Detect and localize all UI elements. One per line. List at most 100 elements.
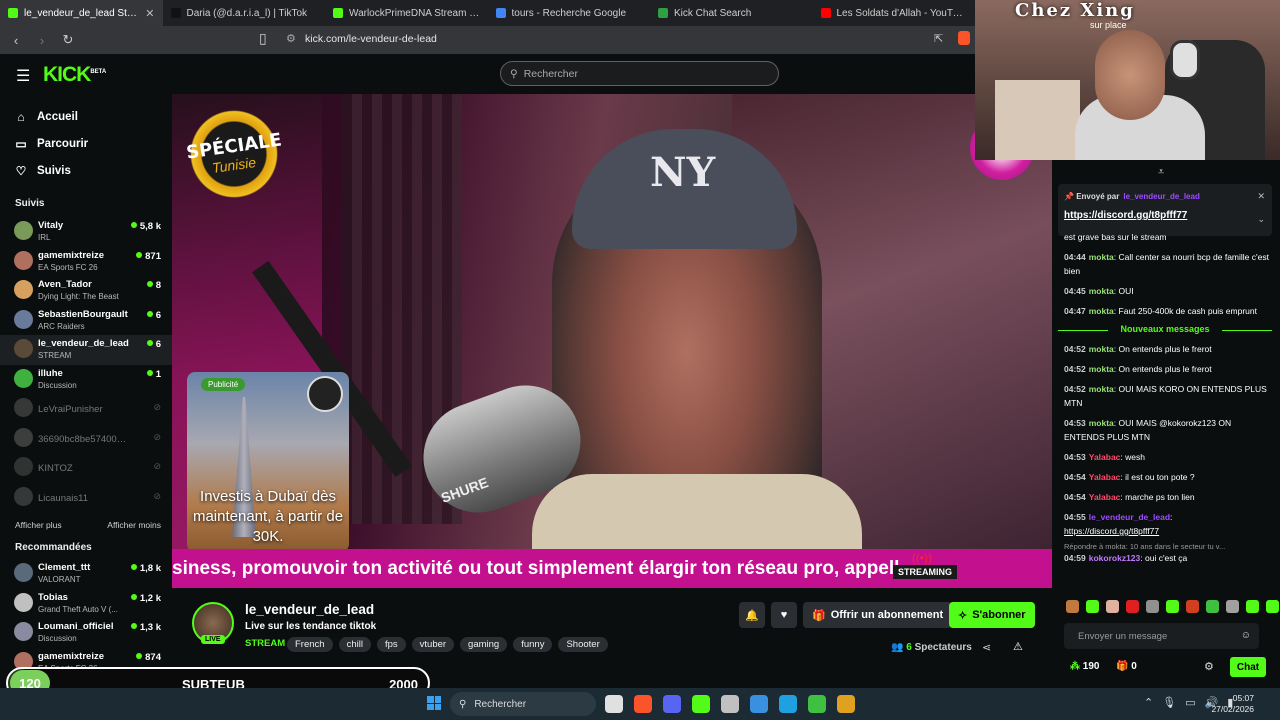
stream-tag[interactable]: French bbox=[287, 637, 333, 652]
stream-tag[interactable]: chill bbox=[338, 637, 371, 652]
kick-logo[interactable]: KICKBETA bbox=[43, 63, 106, 87]
show-less-link[interactable]: Afficher moins bbox=[107, 520, 161, 530]
chat-username[interactable]: mokta bbox=[1089, 418, 1114, 428]
browser-tab[interactable]: WarlockPrimeDNA Stream - Watch l bbox=[325, 0, 488, 26]
emote-icon[interactable] bbox=[1266, 600, 1279, 613]
emote-icon[interactable] bbox=[1186, 600, 1199, 613]
taskbar-app-icon[interactable] bbox=[663, 695, 681, 713]
chat-username[interactable]: le_vendeur_de_lead bbox=[1089, 512, 1170, 522]
url-field[interactable]: kick.com/le-vendeur-de-lead bbox=[305, 33, 437, 45]
chat-username[interactable]: mokta bbox=[1089, 364, 1114, 374]
chat-username[interactable]: Yalabac bbox=[1089, 452, 1121, 462]
chevron-up-icon[interactable]: ⌃ bbox=[1144, 696, 1153, 709]
browser-tab[interactable]: le_vendeur_de_lead Stream - W ✕ bbox=[0, 0, 163, 26]
emote-icon[interactable] bbox=[1246, 600, 1259, 613]
send-chat-button[interactable]: Chat bbox=[1230, 657, 1266, 677]
report-icon[interactable]: ⚠ bbox=[1013, 640, 1023, 653]
pinned-user[interactable]: le_vendeur_de_lead bbox=[1123, 192, 1199, 201]
emote-icon[interactable] bbox=[1146, 600, 1159, 613]
sidebar-channel[interactable]: Aven_Tador Dying Light: The Beast 8 bbox=[0, 276, 172, 306]
browser-tab[interactable]: Les Soldats d'Allah - YouTube bbox=[813, 0, 976, 26]
sidebar-channel[interactable]: Loumani_officiel Discussion 1,3 k bbox=[0, 618, 172, 648]
sidebar-channel[interactable]: KINTOZ ⊘ bbox=[0, 453, 172, 483]
sidebar-nav-parcourir[interactable]: ▭ Parcourir bbox=[15, 130, 172, 157]
sidebar-channel[interactable]: 36690bc8be574004a... ⊘ bbox=[0, 424, 172, 454]
sidebar-channel[interactable]: Tobias Grand Theft Auto V (... 1,2 k bbox=[0, 589, 172, 619]
channel-points[interactable]: ⁂ 190 bbox=[1070, 661, 1099, 672]
forward-icon[interactable]: › bbox=[34, 33, 50, 48]
stream-tag[interactable]: vtuber bbox=[411, 637, 455, 652]
taskbar-app-icon[interactable] bbox=[634, 695, 652, 713]
reload-icon[interactable]: ↻ bbox=[60, 32, 76, 48]
subscribe-button[interactable]: ✧ S'abonner bbox=[949, 602, 1035, 628]
emote-icon[interactable] bbox=[1066, 600, 1079, 613]
stream-tag[interactable]: gaming bbox=[460, 637, 508, 652]
stream-category[interactable]: STREAM bbox=[245, 638, 285, 649]
notification-button[interactable]: 🔔 bbox=[739, 602, 765, 628]
emote-icon[interactable] bbox=[1206, 600, 1219, 613]
chat-link[interactable]: https://discord.gg/t8pfff77 bbox=[1064, 526, 1159, 536]
pinned-link[interactable]: https://discord.gg/t8pfff77 bbox=[1064, 210, 1187, 221]
chat-username[interactable]: mokta bbox=[1089, 306, 1114, 316]
search-input[interactable]: ⚲ Rechercher bbox=[500, 61, 779, 86]
collapse-chat-icon[interactable]: ⩡ bbox=[1158, 166, 1164, 179]
taskbar-app-icon[interactable] bbox=[808, 695, 826, 713]
drops-counter[interactable]: 🎁 0 bbox=[1116, 661, 1137, 672]
network-icon[interactable]: ▭ bbox=[1185, 696, 1195, 709]
sidebar-channel[interactable]: le_vendeur_de_lead STREAM 6 bbox=[0, 335, 172, 365]
back-icon[interactable]: ‹ bbox=[8, 33, 24, 48]
bookmark-icon[interactable]: ▯ bbox=[259, 30, 267, 47]
chat-username[interactable]: Yalabac bbox=[1089, 472, 1121, 482]
emoji-icon[interactable]: ☺ bbox=[1241, 630, 1251, 641]
ad-overlay[interactable]: Publicité Investis à Dubaï dès maintenan… bbox=[187, 372, 349, 552]
share-icon[interactable]: ⇱ bbox=[934, 32, 943, 45]
chat-settings-icon[interactable]: ⚙ bbox=[1204, 660, 1214, 673]
taskbar-app-icon[interactable] bbox=[692, 695, 710, 713]
stream-tag[interactable]: Shooter bbox=[558, 637, 608, 652]
emote-icon[interactable] bbox=[1086, 600, 1099, 613]
site-info-icon[interactable]: ⚙ bbox=[286, 32, 296, 45]
chat-username[interactable]: Yalabac bbox=[1089, 492, 1121, 502]
emote-icon[interactable] bbox=[1166, 600, 1179, 613]
sidebar-channel[interactable]: LeVraiPunisher ⊘ bbox=[0, 394, 172, 424]
unpin-icon[interactable]: ✕ bbox=[1257, 191, 1265, 202]
taskbar-app-icon[interactable] bbox=[837, 695, 855, 713]
sidebar-nav-suivis[interactable]: ♡ Suivis bbox=[15, 157, 172, 184]
sidebar-channel[interactable]: Vitaly IRL 5,8 k bbox=[0, 217, 172, 247]
browser-tab[interactable]: tours - Recherche Google bbox=[488, 0, 651, 26]
microphone-icon[interactable]: 🎙 bbox=[1162, 696, 1176, 709]
emote-icon[interactable] bbox=[1126, 600, 1139, 613]
chat-username[interactable]: mokta bbox=[1089, 384, 1114, 394]
chevron-down-icon[interactable]: ⌄ bbox=[1257, 214, 1265, 225]
taskbar-app-icon[interactable] bbox=[721, 695, 739, 713]
stream-tag[interactable]: fps bbox=[376, 637, 406, 652]
follow-button[interactable]: ♥ bbox=[771, 602, 797, 628]
taskbar-search[interactable]: ⚲ Rechercher bbox=[450, 692, 596, 716]
browser-tab[interactable]: Kick Chat Search bbox=[650, 0, 813, 26]
sidebar-channel[interactable]: illuhe Discussion 1 bbox=[0, 365, 172, 395]
sidebar-channel[interactable]: gamemixtreize EA Sports FC 26 871 bbox=[0, 247, 172, 277]
channel-name[interactable]: le_vendeur_de_lead bbox=[245, 602, 374, 617]
close-tab-icon[interactable]: ✕ bbox=[145, 7, 154, 20]
sidebar-channel[interactable]: Licaunais11 ⊘ bbox=[0, 483, 172, 513]
windows-start-icon[interactable] bbox=[427, 696, 441, 710]
brave-shield-icon[interactable] bbox=[958, 31, 970, 45]
stream-tag[interactable]: funny bbox=[513, 637, 553, 652]
chat-username[interactable]: mokta bbox=[1089, 286, 1114, 296]
chat-username[interactable]: mokta bbox=[1089, 344, 1114, 354]
taskbar-app-icon[interactable] bbox=[605, 695, 623, 713]
menu-icon[interactable]: ☰ bbox=[16, 66, 30, 86]
chat-username[interactable]: kokorokz123 bbox=[1089, 553, 1141, 563]
sidebar-channel[interactable]: Clement_ttt VALORANT 1,8 k bbox=[0, 559, 172, 589]
share-icon[interactable]: ⋖ bbox=[982, 641, 991, 654]
show-more-link[interactable]: Afficher plus bbox=[15, 520, 62, 530]
taskbar-app-icon[interactable] bbox=[750, 695, 768, 713]
emote-icon[interactable] bbox=[1226, 600, 1239, 613]
gift-sub-button[interactable]: 🎁 Offrir un abonnement bbox=[803, 602, 953, 628]
taskbar-clock[interactable]: 05:07 27/02/2026 bbox=[1211, 693, 1254, 715]
sidebar-channel[interactable]: SebastienBourgault ARC Raiders 6 bbox=[0, 306, 172, 336]
browser-tab[interactable]: Daria (@d.a.r.i.a_l) | TikTok bbox=[163, 0, 326, 26]
video-player[interactable]: NY SHURE SPÉCIALE Tunisie Publicité Inve… bbox=[172, 94, 1052, 588]
taskbar-app-icon[interactable] bbox=[779, 695, 797, 713]
emote-icon[interactable] bbox=[1106, 600, 1119, 613]
